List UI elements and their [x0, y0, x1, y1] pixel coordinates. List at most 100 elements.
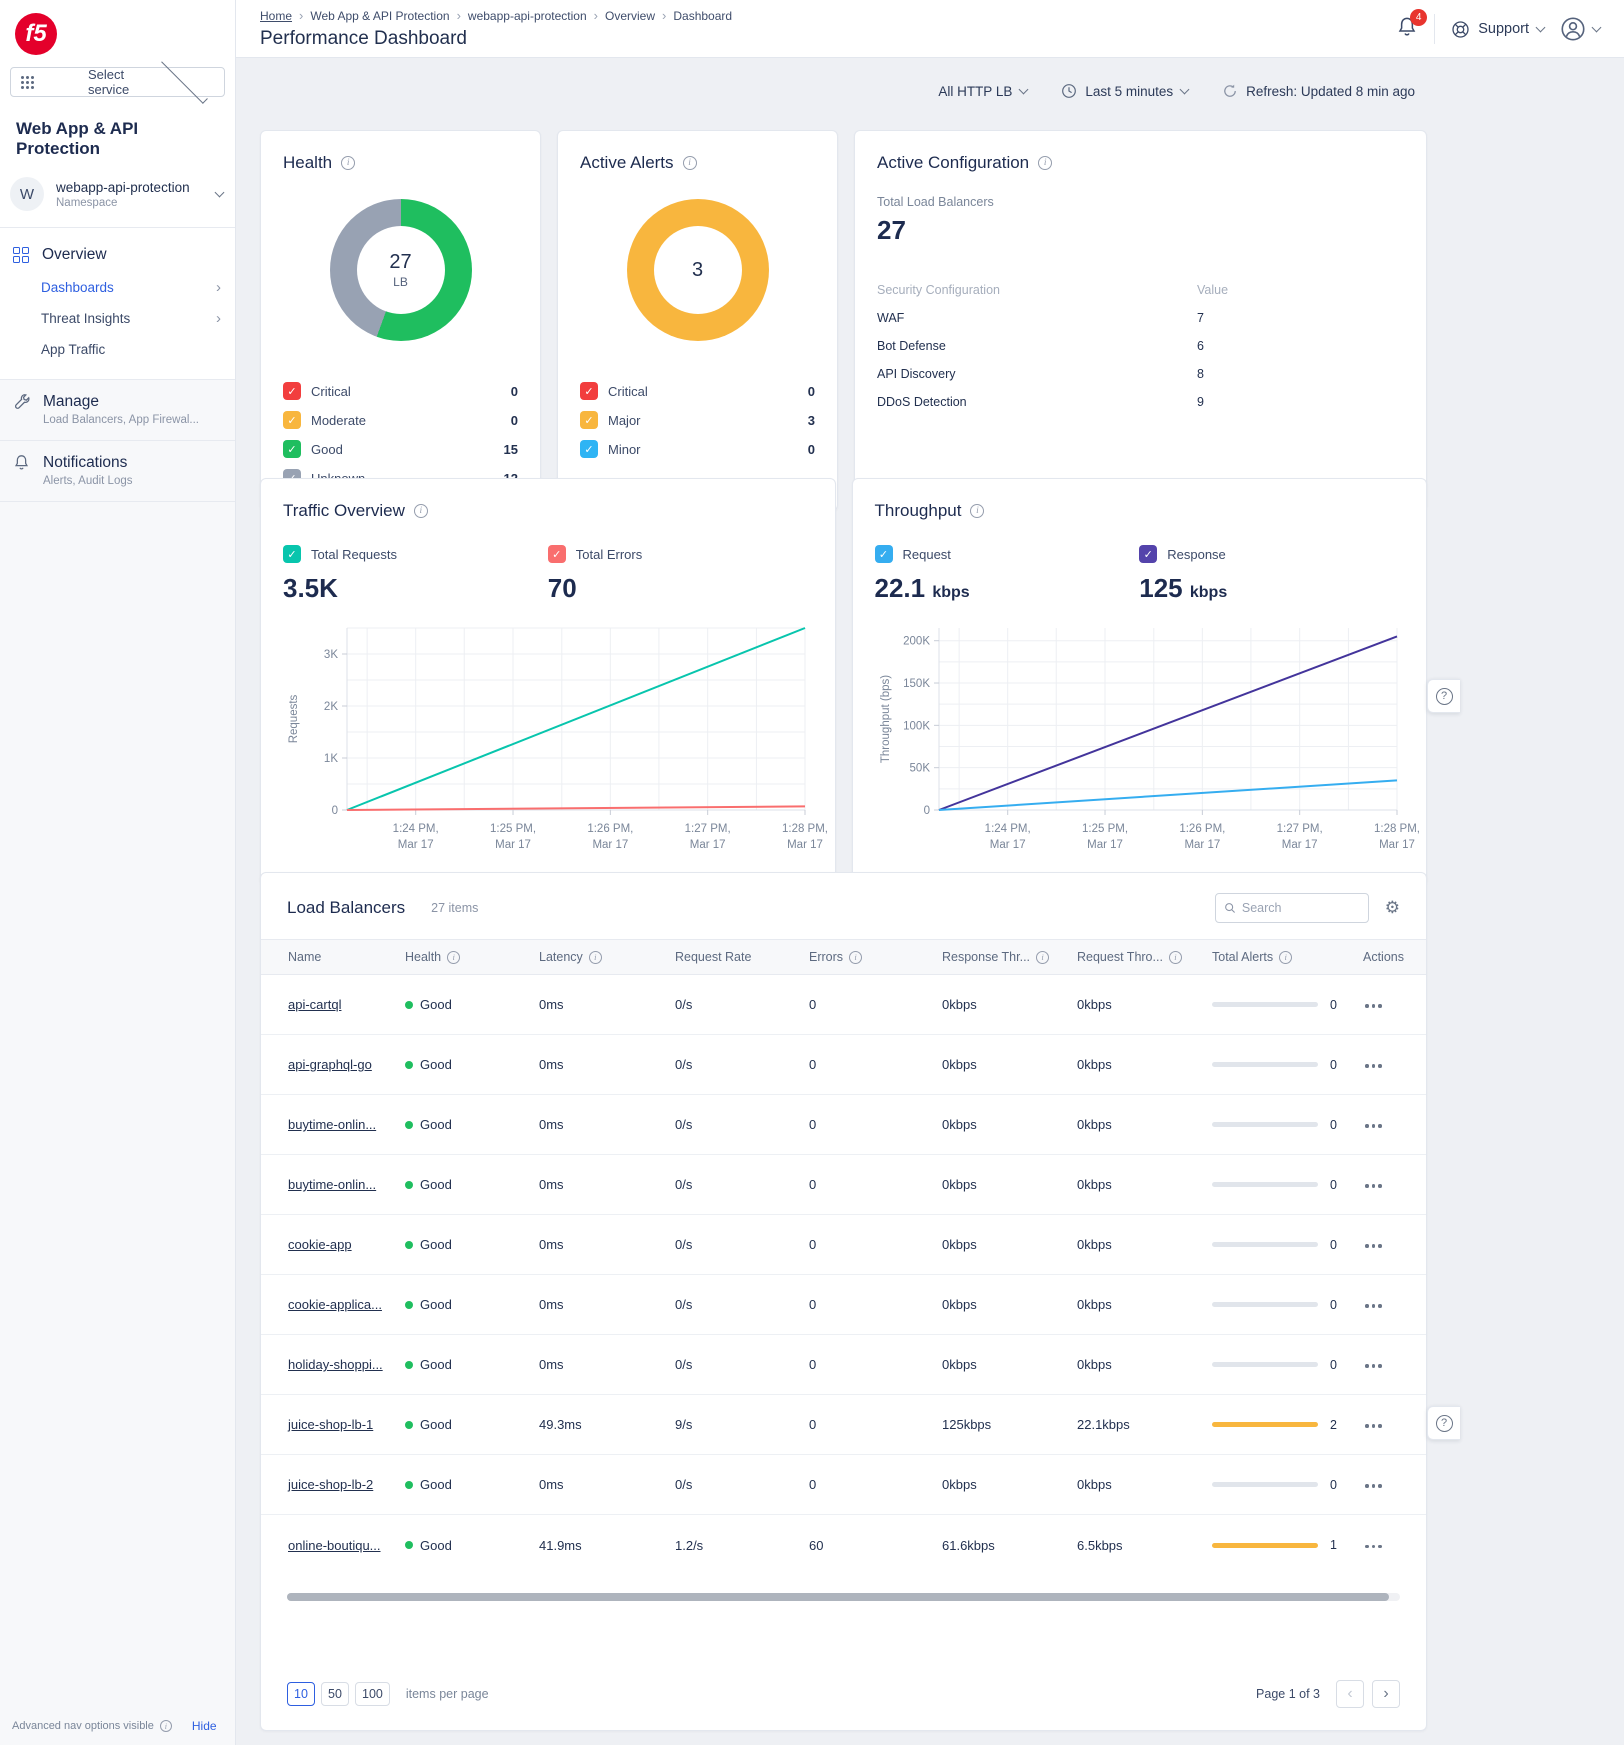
alerts-total: 3	[692, 259, 703, 282]
per-page-50-button[interactable]: 50	[321, 1682, 349, 1706]
legend-checkbox[interactable]: ✓	[580, 440, 598, 458]
svg-text:Mar 17: Mar 17	[1087, 839, 1123, 851]
row-actions-button[interactable]	[1363, 1539, 1384, 1555]
legend-checkbox[interactable]: ✓	[283, 382, 301, 400]
info-icon[interactable]: i	[1038, 156, 1052, 170]
f5-logo-icon[interactable]: f5	[15, 13, 57, 55]
legend-value: 0	[808, 442, 815, 457]
user-menu[interactable]	[1560, 16, 1600, 42]
notifications-bell-button[interactable]: 4	[1396, 16, 1418, 43]
breadcrumb-item[interactable]: webapp-api-protection	[468, 9, 587, 23]
info-icon[interactable]: i	[1279, 951, 1292, 964]
legend-checkbox[interactable]: ✓	[580, 382, 598, 400]
overview-label: Overview	[42, 246, 107, 264]
latency-cell: 0ms	[539, 1357, 675, 1372]
select-service-label: Select service	[88, 67, 146, 97]
row-actions-button[interactable]	[1363, 1238, 1384, 1254]
scrollbar-thumb[interactable]	[287, 1593, 1389, 1601]
alerts-count: 0	[1330, 1478, 1337, 1492]
prev-page-button[interactable]: ‹	[1336, 1680, 1364, 1708]
request-throughput-cell: 6.5kbps	[1077, 1538, 1212, 1553]
info-icon[interactable]: i	[1036, 951, 1049, 964]
info-icon[interactable]: i	[1169, 951, 1182, 964]
info-icon[interactable]: i	[341, 156, 355, 170]
info-icon[interactable]: i	[683, 156, 697, 170]
health-status: Good	[405, 1057, 539, 1072]
svg-text:1:25 PM,: 1:25 PM,	[1082, 823, 1128, 835]
per-page-10-button[interactable]: 10	[287, 1682, 315, 1706]
svg-text:2K: 2K	[324, 701, 338, 713]
total-requests-checkbox[interactable]: ✓	[283, 545, 301, 563]
svg-text:Mar 17: Mar 17	[989, 839, 1025, 851]
traffic-chart: 01K2K3K1:24 PM,Mar 171:25 PM,Mar 171:26 …	[283, 618, 811, 858]
sidebar-item-notifications[interactable]: Notifications Alerts, Audit Logs	[0, 441, 235, 502]
select-service-dropdown[interactable]: Select service	[10, 67, 225, 97]
breadcrumb-item[interactable]: Web App & API Protection	[310, 9, 449, 23]
legend-checkbox[interactable]: ✓	[283, 440, 301, 458]
lb-selector-dropdown[interactable]: All HTTP LB	[938, 84, 1027, 99]
info-icon[interactable]: i	[447, 951, 460, 964]
help-panel-button[interactable]: ?	[1427, 679, 1460, 713]
breadcrumb-home[interactable]: Home	[260, 9, 292, 23]
lb-name-link[interactable]: api-cartql	[288, 997, 341, 1012]
sidebar-item-manage[interactable]: Manage Load Balancers, App Firewal...	[0, 380, 235, 441]
sidebar-item-dashboards[interactable]: Dashboards ›	[0, 272, 235, 303]
row-actions-button[interactable]	[1363, 1298, 1384, 1314]
lb-name-link[interactable]: buytime-onlin...	[288, 1177, 376, 1192]
svg-text:1:27 PM,: 1:27 PM,	[685, 823, 731, 835]
lb-name-link[interactable]: online-boutiqu...	[288, 1538, 381, 1553]
errors-cell: 60	[809, 1538, 942, 1553]
breadcrumb-item[interactable]: Dashboard	[673, 9, 732, 23]
response-checkbox[interactable]: ✓	[1139, 545, 1157, 563]
row-actions-button[interactable]	[1363, 1358, 1384, 1374]
row-actions-button[interactable]	[1363, 1118, 1384, 1134]
help-panel-button[interactable]: ?	[1427, 1406, 1460, 1440]
support-menu[interactable]: Support	[1451, 20, 1544, 39]
row-actions-button[interactable]	[1363, 1178, 1384, 1194]
info-icon[interactable]: i	[849, 951, 862, 964]
request-checkbox[interactable]: ✓	[875, 545, 893, 563]
search-input[interactable]	[1242, 901, 1360, 915]
hide-nav-link[interactable]: Hide	[192, 1719, 217, 1733]
info-icon[interactable]: i	[970, 504, 984, 518]
total-errors-checkbox[interactable]: ✓	[548, 545, 566, 563]
breadcrumb-item[interactable]: Overview	[605, 9, 655, 23]
dashboard-content: All HTTP LB Last 5 minutes Refresh: Upda…	[236, 58, 1427, 1745]
total-alerts-cell: 1	[1212, 1538, 1363, 1552]
row-actions-button[interactable]	[1363, 998, 1384, 1014]
next-page-button[interactable]: ›	[1372, 1680, 1400, 1708]
info-icon[interactable]: i	[589, 951, 602, 964]
lb-name-link[interactable]: cookie-app	[288, 1237, 352, 1252]
legend-checkbox[interactable]: ✓	[283, 411, 301, 429]
table-settings-gear-icon[interactable]: ⚙	[1385, 898, 1400, 918]
column-header-request-rate: Request Rate	[675, 950, 809, 964]
row-actions-button[interactable]	[1363, 1478, 1384, 1494]
chevron-right-icon: ›	[216, 280, 221, 295]
row-actions-button[interactable]	[1363, 1058, 1384, 1074]
lb-name-link[interactable]: juice-shop-lb-1	[288, 1417, 373, 1432]
time-range-dropdown[interactable]: Last 5 minutes	[1061, 83, 1188, 99]
request-rate-cell: 0/s	[675, 1057, 809, 1072]
latency-cell: 0ms	[539, 1477, 675, 1492]
request-value: 22.1 kbps	[875, 573, 1140, 604]
table-row: holiday-shoppi...Good0ms0/s00kbps0kbps0	[261, 1335, 1426, 1395]
lb-name-link[interactable]: cookie-applica...	[288, 1297, 382, 1312]
row-actions-button[interactable]	[1363, 1418, 1384, 1434]
refresh-button[interactable]: Refresh: Updated 8 min ago	[1222, 83, 1415, 99]
lb-name-link[interactable]: juice-shop-lb-2	[288, 1477, 373, 1492]
lb-name-link[interactable]: holiday-shoppi...	[288, 1357, 383, 1372]
per-page-100-button[interactable]: 100	[355, 1682, 390, 1706]
info-icon[interactable]: i	[414, 504, 428, 518]
config-value: 8	[1197, 367, 1204, 381]
sidebar-item-threat-insights[interactable]: Threat Insights ›	[0, 303, 235, 334]
legend-checkbox[interactable]: ✓	[580, 411, 598, 429]
response-throughput-cell: 0kbps	[942, 1237, 1077, 1252]
lb-name-link[interactable]: buytime-onlin...	[288, 1117, 376, 1132]
alerts-donut-chart: 3	[627, 199, 769, 341]
sidebar-item-app-traffic[interactable]: App Traffic	[0, 334, 235, 365]
namespace-selector[interactable]: W webapp-api-protection Namespace	[0, 165, 235, 227]
sidebar-item-overview[interactable]: Overview	[0, 242, 235, 272]
sidebar-footer: Advanced nav options visible i Hide	[0, 1707, 235, 1745]
lb-name-link[interactable]: api-graphql-go	[288, 1057, 372, 1072]
legend-item: ✓Minor0	[580, 439, 815, 459]
